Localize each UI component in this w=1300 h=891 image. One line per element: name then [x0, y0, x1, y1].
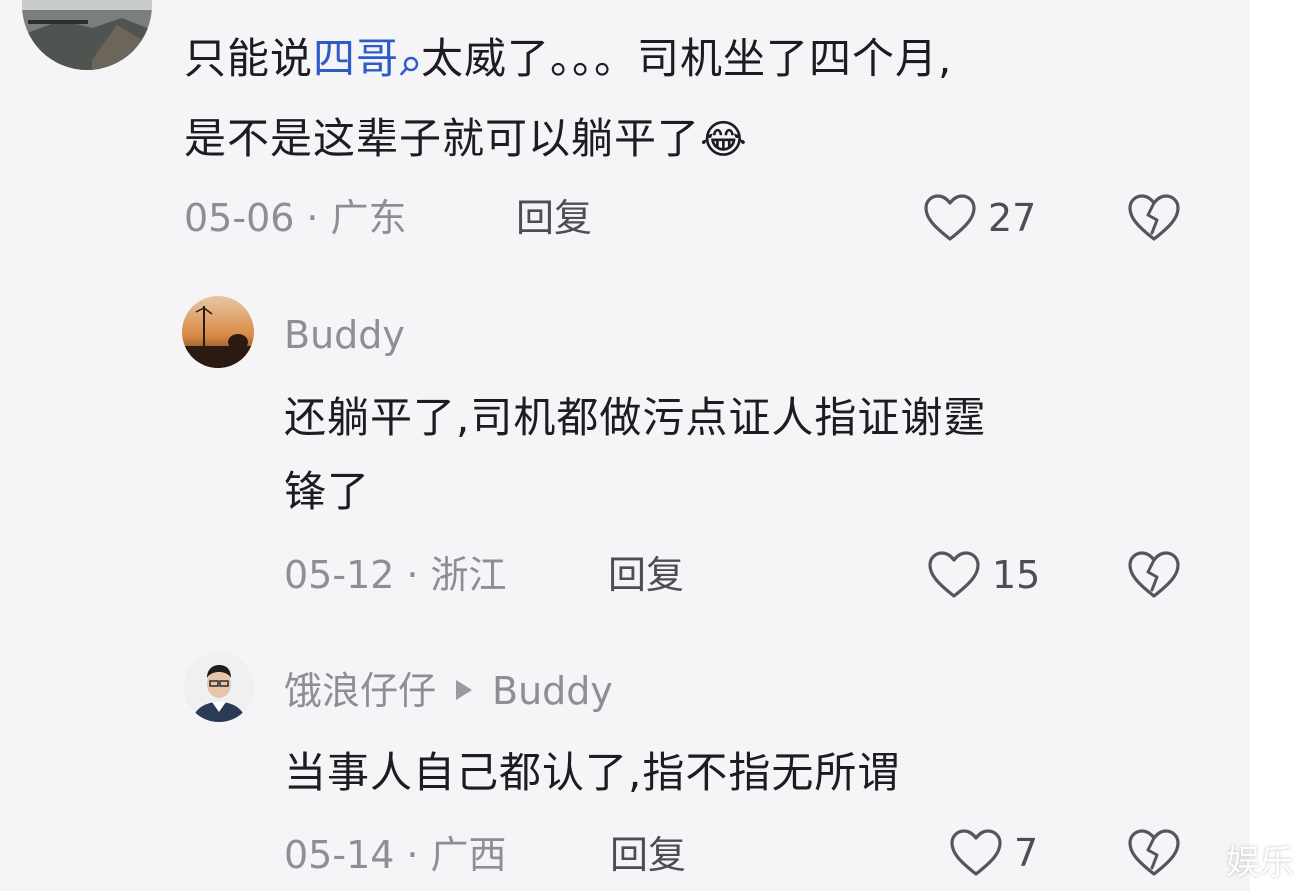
comment-region: 浙江 — [430, 553, 507, 597]
like-button[interactable]: 15 — [926, 550, 1040, 600]
page-edge — [1250, 0, 1300, 891]
comment-region: 广东 — [330, 196, 407, 240]
comment-region: 广西 — [430, 833, 507, 877]
dislike-button[interactable] — [1126, 550, 1182, 604]
broken-heart-icon — [1128, 551, 1180, 598]
avatar[interactable] — [22, 0, 152, 70]
reply-button[interactable]: 回复 — [610, 830, 686, 880]
laughing-emoji-icon: 😂 — [700, 117, 748, 163]
comment-username: 饿浪仔仔 Buddy — [284, 666, 613, 716]
comment-text-prefix: 只能说 — [184, 34, 314, 83]
search-keyword-link[interactable]: 四哥 — [313, 34, 399, 83]
comment-text-line1: 当事人自己都认了,指不指无所谓 — [284, 748, 901, 797]
comment-date: 05-14 — [284, 833, 395, 877]
meta-separator: · — [406, 833, 419, 877]
comment-text: 只能说四哥 太威了。。。司机坐了四个月, 是不是这辈子就可以躺平了😂 — [184, 22, 1234, 177]
comment-date: 05-12 — [284, 553, 395, 597]
dislike-button[interactable] — [1126, 193, 1182, 247]
comment-meta: 05-06 · 广东 — [184, 193, 407, 243]
comment-date: 05-06 — [184, 196, 295, 240]
like-count: 27 — [988, 196, 1037, 240]
reply-button[interactable]: 回复 — [608, 550, 684, 600]
heart-outline-icon — [950, 829, 1002, 876]
comment-thread: 只能说四哥 太威了。。。司机坐了四个月, 是不是这辈子就可以躺平了😂 05-06 ·… — [0, 0, 1250, 891]
reply-arrow-icon — [456, 679, 473, 700]
avatar[interactable] — [182, 296, 254, 368]
heart-outline-icon — [928, 551, 980, 598]
reply-to-username[interactable]: Buddy — [492, 669, 613, 713]
comment-username[interactable]: Buddy — [284, 310, 405, 360]
dislike-button[interactable] — [1126, 828, 1182, 882]
comment-text-suffix: 太威了。。。司机坐了四个月, — [421, 34, 953, 83]
username-text[interactable]: 饿浪仔仔 — [284, 669, 436, 713]
meta-separator: · — [306, 196, 319, 240]
meta-separator: · — [406, 553, 419, 597]
avatar[interactable] — [184, 652, 254, 722]
comment-meta: 05-14 · 广西 — [284, 830, 507, 880]
broken-heart-icon — [1128, 194, 1180, 241]
comment-text: 还躺平了,司机都做污点证人指证谢霆 锋了 — [284, 381, 1224, 529]
broken-heart-icon — [1128, 829, 1180, 876]
comment-meta: 05-12 · 浙江 — [284, 550, 507, 600]
heart-outline-icon — [924, 194, 976, 241]
reply-button[interactable]: 回复 — [516, 193, 592, 243]
username-text[interactable]: Buddy — [284, 313, 405, 357]
like-button[interactable]: 7 — [948, 828, 1038, 878]
comment-text-line2: 锋了 — [284, 467, 371, 516]
like-count: 7 — [1014, 831, 1039, 875]
comment-text-line2: 是不是这辈子就可以躺平了 — [184, 114, 701, 163]
like-button[interactable]: 27 — [922, 193, 1036, 243]
watermark: 娱乐 — [1226, 843, 1294, 883]
comment-text: 当事人自己都认了,指不指无所谓 — [284, 736, 1224, 810]
comment-text-line1: 还躺平了,司机都做污点证人指证谢霆 — [284, 393, 987, 442]
search-icon[interactable] — [399, 28, 421, 102]
like-count: 15 — [992, 553, 1041, 597]
